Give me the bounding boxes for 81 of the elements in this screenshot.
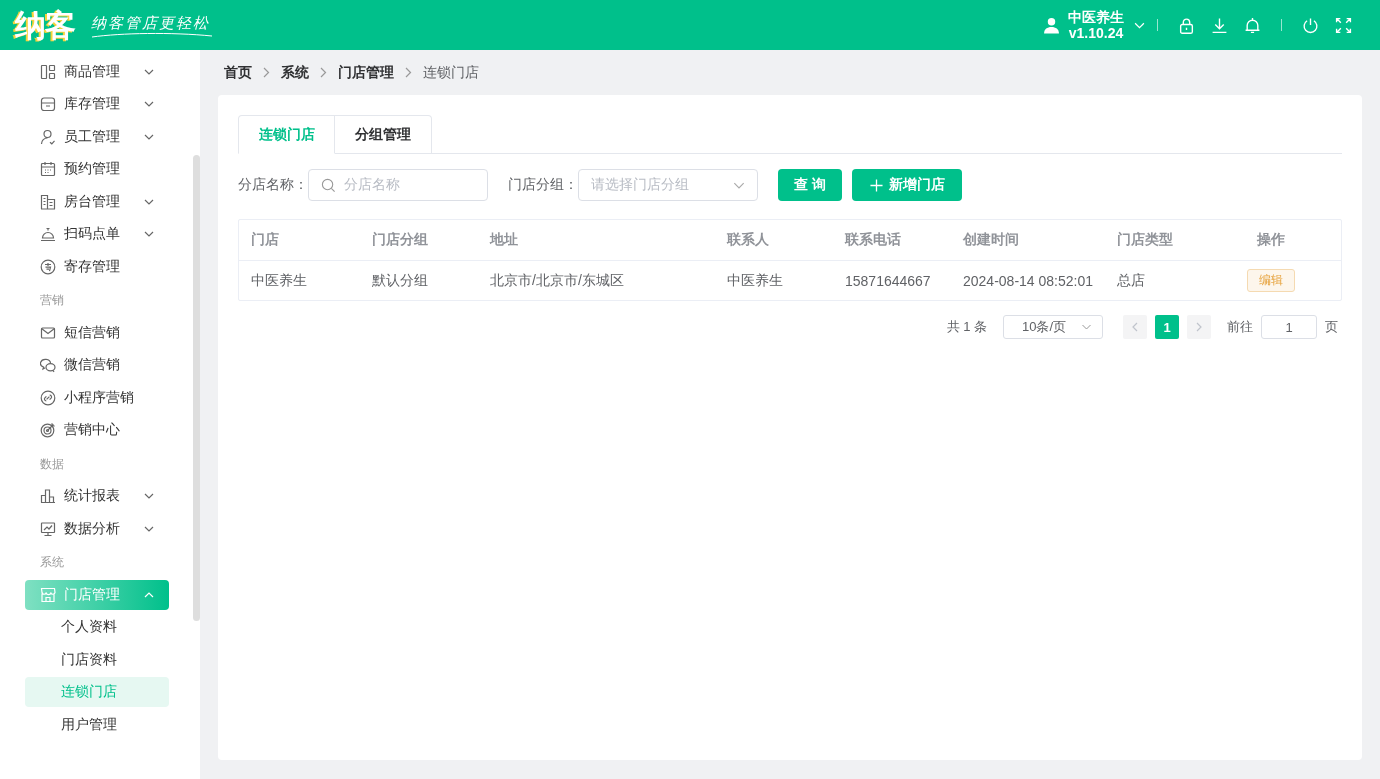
power-icon[interactable] [1302, 16, 1319, 34]
goto-label: 前往 [1227, 318, 1253, 336]
page-input[interactable]: 1 [1261, 315, 1317, 339]
chevron-down-icon [1081, 324, 1092, 330]
sidebar-item[interactable]: 微信营销 [25, 350, 169, 380]
table-cell: 北京市/北京市/东城区 [490, 271, 624, 290]
column-header: 门店 [251, 231, 279, 249]
person-icon [40, 128, 56, 145]
chevron-down-icon [733, 181, 745, 189]
sidebar-item[interactable]: 房台管理 [25, 186, 169, 217]
monitor-chart-icon [40, 520, 56, 537]
menu-group-title: 营销 [39, 292, 65, 309]
lock-icon[interactable] [1178, 16, 1195, 34]
user-icon [1043, 16, 1060, 34]
plus-icon [869, 178, 883, 192]
chevron-right-icon [320, 67, 327, 78]
sidebar-item[interactable]: 短信营销 [25, 317, 169, 348]
breadcrumb-link[interactable]: 系统 [281, 63, 309, 82]
chevron-right-icon [1196, 322, 1202, 332]
swoosh-icon [91, 32, 213, 38]
breadcrumb-link[interactable]: 首页 [224, 63, 252, 82]
sidebar-subitem[interactable]: 门店资料 [25, 644, 169, 675]
tab[interactable]: 分组管理 [335, 115, 432, 154]
total-count: 共 1 条 [946, 318, 987, 336]
layout-grid-icon [40, 63, 56, 80]
page-suffix: 页 [1325, 318, 1338, 336]
download-icon[interactable] [1211, 16, 1228, 34]
chevron-right-icon [405, 67, 412, 78]
column-header: 创建时间 [963, 231, 1019, 249]
sidebar-item[interactable]: 员工管理 [25, 121, 169, 152]
sidebar-subitem[interactable]: 个人资料 [25, 612, 169, 642]
envelope-icon [40, 324, 56, 341]
chat-bubbles-icon [40, 357, 56, 373]
breadcrumb-current: 连锁门店 [423, 63, 479, 82]
target-icon [40, 422, 56, 438]
chevron-left-icon [1132, 322, 1138, 332]
bell-icon[interactable] [1244, 16, 1261, 34]
sidebar-item[interactable]: 商品管理 [25, 56, 169, 87]
building-icon [40, 193, 56, 210]
chevron-right-icon [263, 67, 270, 78]
scrollbar-thumb[interactable] [193, 155, 200, 621]
storefront-icon [40, 586, 56, 603]
table-cell: 总店 [1117, 271, 1145, 290]
sidebar-item[interactable]: 营销中心 [25, 415, 169, 445]
column-header: 联系人 [727, 231, 769, 249]
search-icon [321, 177, 336, 193]
sidebar-item[interactable]: 预约管理 [25, 154, 169, 184]
link-circle-icon [40, 389, 56, 406]
table-cell: 默认分组 [372, 271, 428, 290]
table-cell: 2024-08-14 08:52:01 [963, 272, 1093, 289]
column-header: 操作 [1256, 231, 1285, 249]
sidebar-item[interactable]: 统计报表 [25, 481, 169, 511]
column-header: 联系电话 [845, 231, 901, 249]
version-label: v1.10.24 [1068, 25, 1124, 41]
table-cell: 15871644667 [845, 272, 931, 289]
chevron-down-icon[interactable] [1134, 21, 1145, 29]
sidebar-subitem[interactable]: 用户管理 [25, 709, 169, 740]
sidebar-item[interactable]: 寄存管理 [25, 251, 169, 282]
page-size-select[interactable]: 10条/页 [1003, 315, 1103, 339]
sidebar-item[interactable]: 小程序营销 [25, 382, 169, 413]
service-bell-icon [40, 226, 56, 242]
bar-chart-icon [40, 488, 56, 504]
logo: 纳客 [15, 9, 75, 41]
sidebar-item[interactable]: 数据分析 [25, 513, 169, 544]
field-label: 分店名称： [238, 176, 308, 194]
slogan: 纳客管店更轻松 [91, 14, 210, 32]
field-label: 门店分组： [508, 176, 578, 194]
column-header: 门店分组 [372, 231, 428, 249]
sidebar-item[interactable]: 库存管理 [25, 89, 169, 119]
drawer-icon [40, 96, 56, 112]
round-stamp-icon [40, 258, 56, 275]
column-header: 地址 [490, 231, 518, 249]
breadcrumb-link[interactable]: 门店管理 [338, 63, 394, 82]
table-cell: 中医养生 [727, 271, 783, 290]
fullscreen-icon[interactable] [1335, 16, 1352, 34]
sidebar-item[interactable]: 扫码点单 [25, 219, 169, 249]
table-cell: 中医养生 [251, 271, 307, 290]
calendar-icon [40, 161, 56, 177]
menu-group-title: 系统 [39, 554, 65, 571]
menu-group-title: 数据 [39, 455, 65, 473]
column-header: 门店类型 [1117, 231, 1173, 249]
